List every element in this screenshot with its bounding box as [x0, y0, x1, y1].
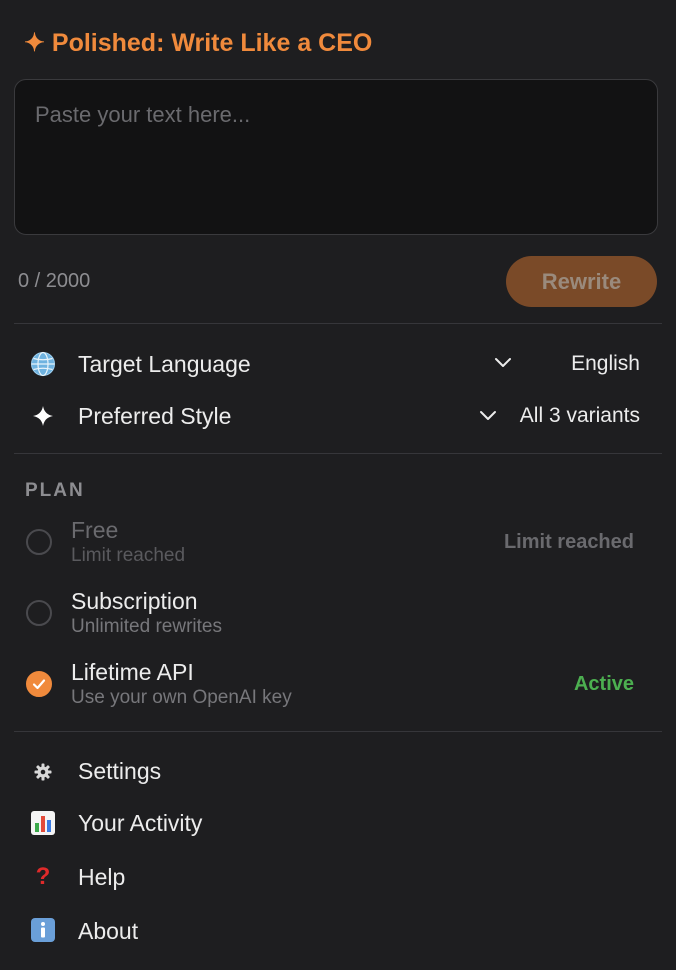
plan-name: Free: [71, 517, 119, 543]
divider: [14, 731, 662, 732]
info-icon: [30, 917, 56, 943]
menu-item-label: Your Activity: [78, 810, 203, 836]
globe-icon: [29, 350, 57, 378]
radio-button[interactable]: [26, 600, 52, 626]
radio-button[interactable]: [26, 529, 52, 555]
menu-item-label: About: [78, 918, 139, 944]
chevron-down-icon: [494, 356, 512, 374]
preferred-style-label: Preferred Style: [78, 403, 232, 429]
plan-subtitle: Limit reached: [71, 545, 186, 566]
plan-subtitle: Unlimited rewrites: [71, 616, 222, 637]
character-counter: 0 / 2000: [18, 270, 91, 292]
chevron-down-icon: [479, 409, 497, 427]
sparkle-icon: [31, 404, 55, 428]
plan-subtitle: Use your own OpenAI key: [71, 687, 292, 708]
plan-name: Subscription: [71, 588, 198, 614]
divider: [14, 323, 662, 324]
checkmark-icon: [32, 678, 45, 689]
plan-status: Active: [573, 673, 634, 695]
target-language-label: Target Language: [78, 351, 251, 377]
plan-name: Lifetime API: [71, 659, 194, 685]
plan-status: Limit reached: [503, 531, 634, 553]
question-icon: ?: [35, 863, 51, 890]
menu-item-label: Settings: [78, 758, 162, 784]
target-language-value[interactable]: English: [571, 352, 640, 376]
preferred-style-value[interactable]: All 3 variants: [520, 404, 640, 428]
app-title: ✦ Polished: Write Like a CEO: [24, 29, 373, 57]
divider: [14, 453, 662, 454]
menu-item-label: Help: [78, 864, 126, 890]
bar-chart-icon: [30, 810, 56, 836]
radio-button-checked[interactable]: [26, 671, 52, 697]
gear-icon: [31, 760, 55, 784]
plan-section-label: PLAN: [25, 480, 85, 501]
rewrite-button[interactable]: Rewrite: [506, 256, 657, 307]
text-input[interactable]: [15, 80, 657, 234]
text-input-container: [14, 79, 658, 235]
